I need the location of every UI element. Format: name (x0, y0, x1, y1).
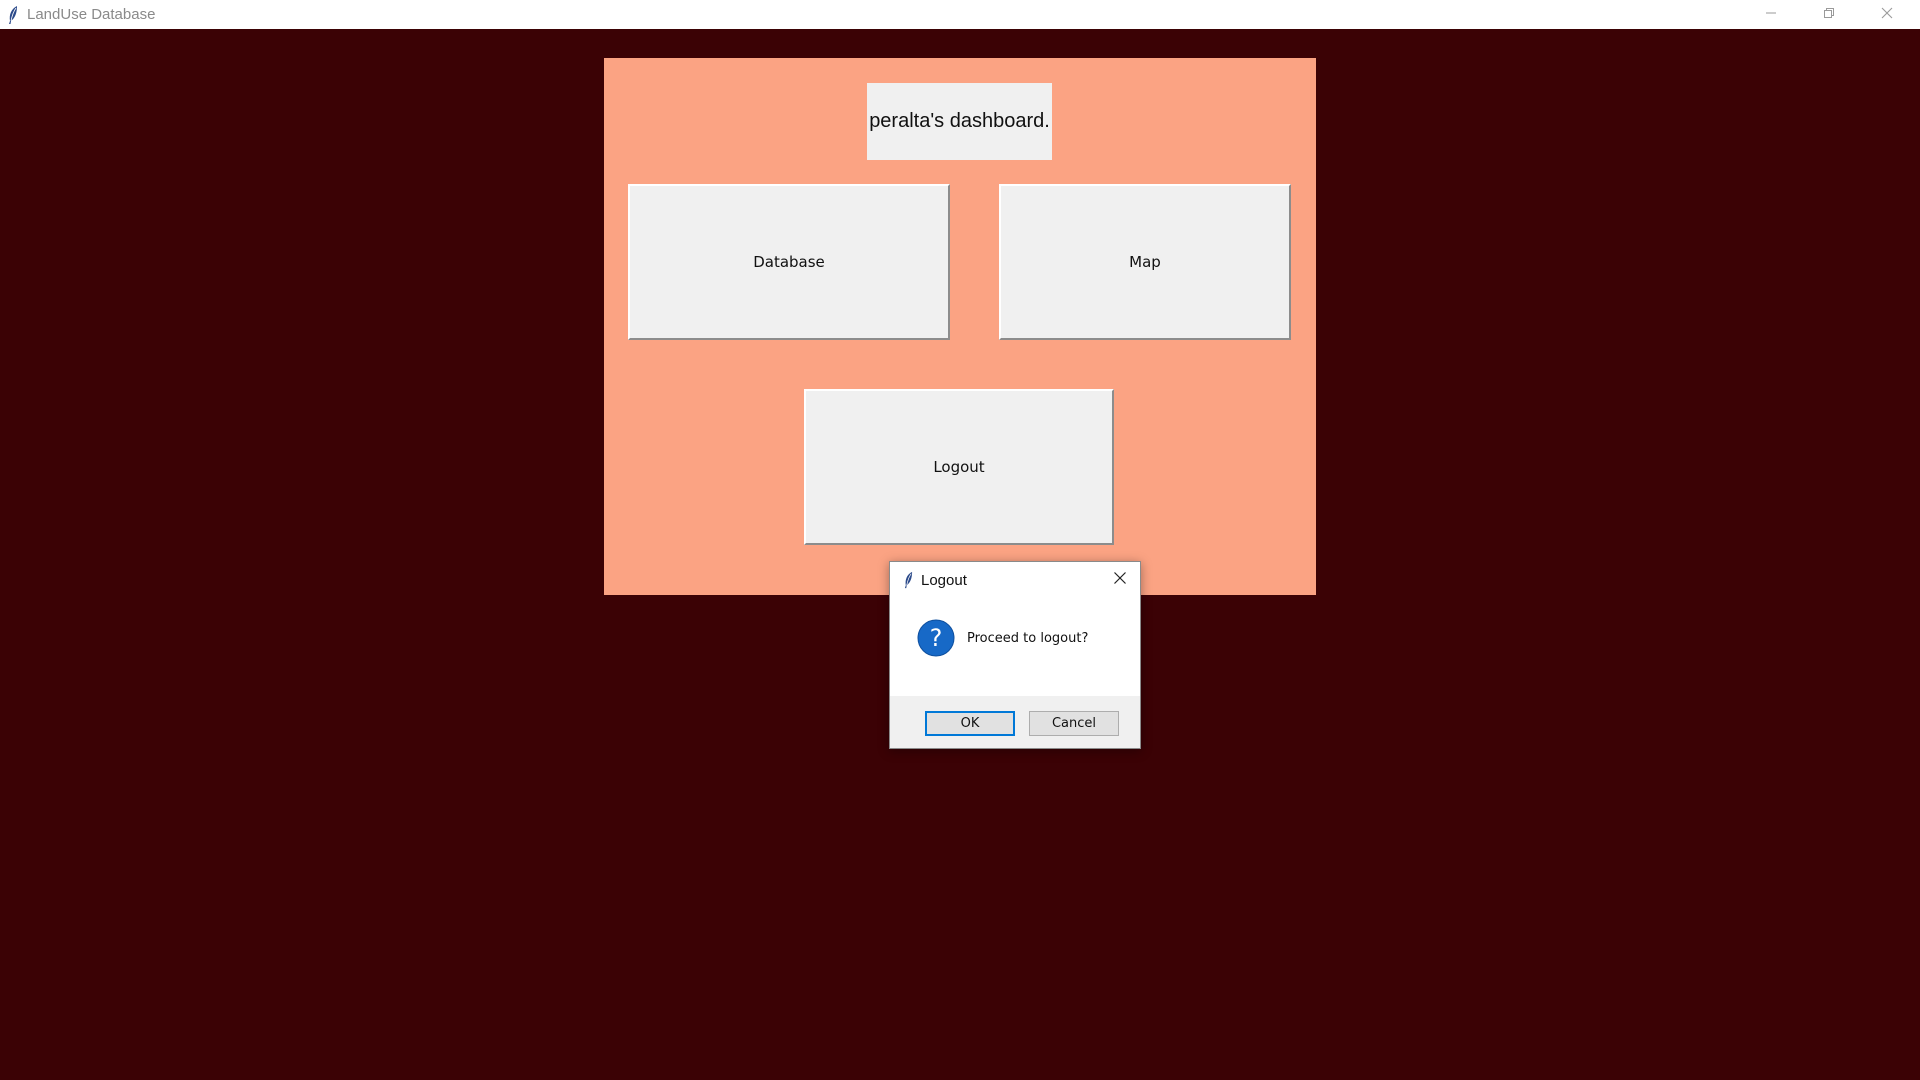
database-button[interactable]: Database (628, 184, 950, 340)
dialog-titlebar[interactable]: Logout (890, 562, 1140, 598)
dashboard-title: peralta's dashboard. (867, 83, 1052, 160)
dialog-close-button[interactable] (1106, 566, 1134, 594)
feather-icon (5, 5, 21, 25)
window-titlebar[interactable]: LandUse Database (0, 0, 1920, 29)
window-title: LandUse Database (27, 6, 156, 23)
logout-button[interactable]: Logout (804, 389, 1114, 545)
logout-dialog: Logout ? Proceed to logout? OK Cancel (889, 561, 1141, 749)
dialog-body: ? Proceed to logout? (890, 598, 1140, 678)
dashboard-panel: peralta's dashboard. Database Map Logout (604, 58, 1316, 595)
cancel-button[interactable]: Cancel (1029, 711, 1119, 736)
close-icon (1113, 571, 1127, 590)
app-background: peralta's dashboard. Database Map Logout (0, 29, 1920, 1080)
minimize-icon (1765, 6, 1777, 24)
minimize-button[interactable] (1742, 0, 1800, 29)
restore-button[interactable] (1800, 0, 1858, 29)
dialog-footer: OK Cancel (890, 696, 1140, 748)
map-button[interactable]: Map (999, 184, 1291, 340)
dialog-message: Proceed to logout? (967, 630, 1089, 646)
dialog-title: Logout (921, 571, 967, 589)
close-button[interactable] (1858, 0, 1916, 29)
question-icon: ? (917, 619, 955, 657)
svg-text:?: ? (930, 624, 943, 652)
restore-icon (1823, 6, 1835, 24)
close-icon (1881, 6, 1893, 24)
ok-button[interactable]: OK (925, 711, 1015, 736)
feather-icon (901, 570, 915, 590)
